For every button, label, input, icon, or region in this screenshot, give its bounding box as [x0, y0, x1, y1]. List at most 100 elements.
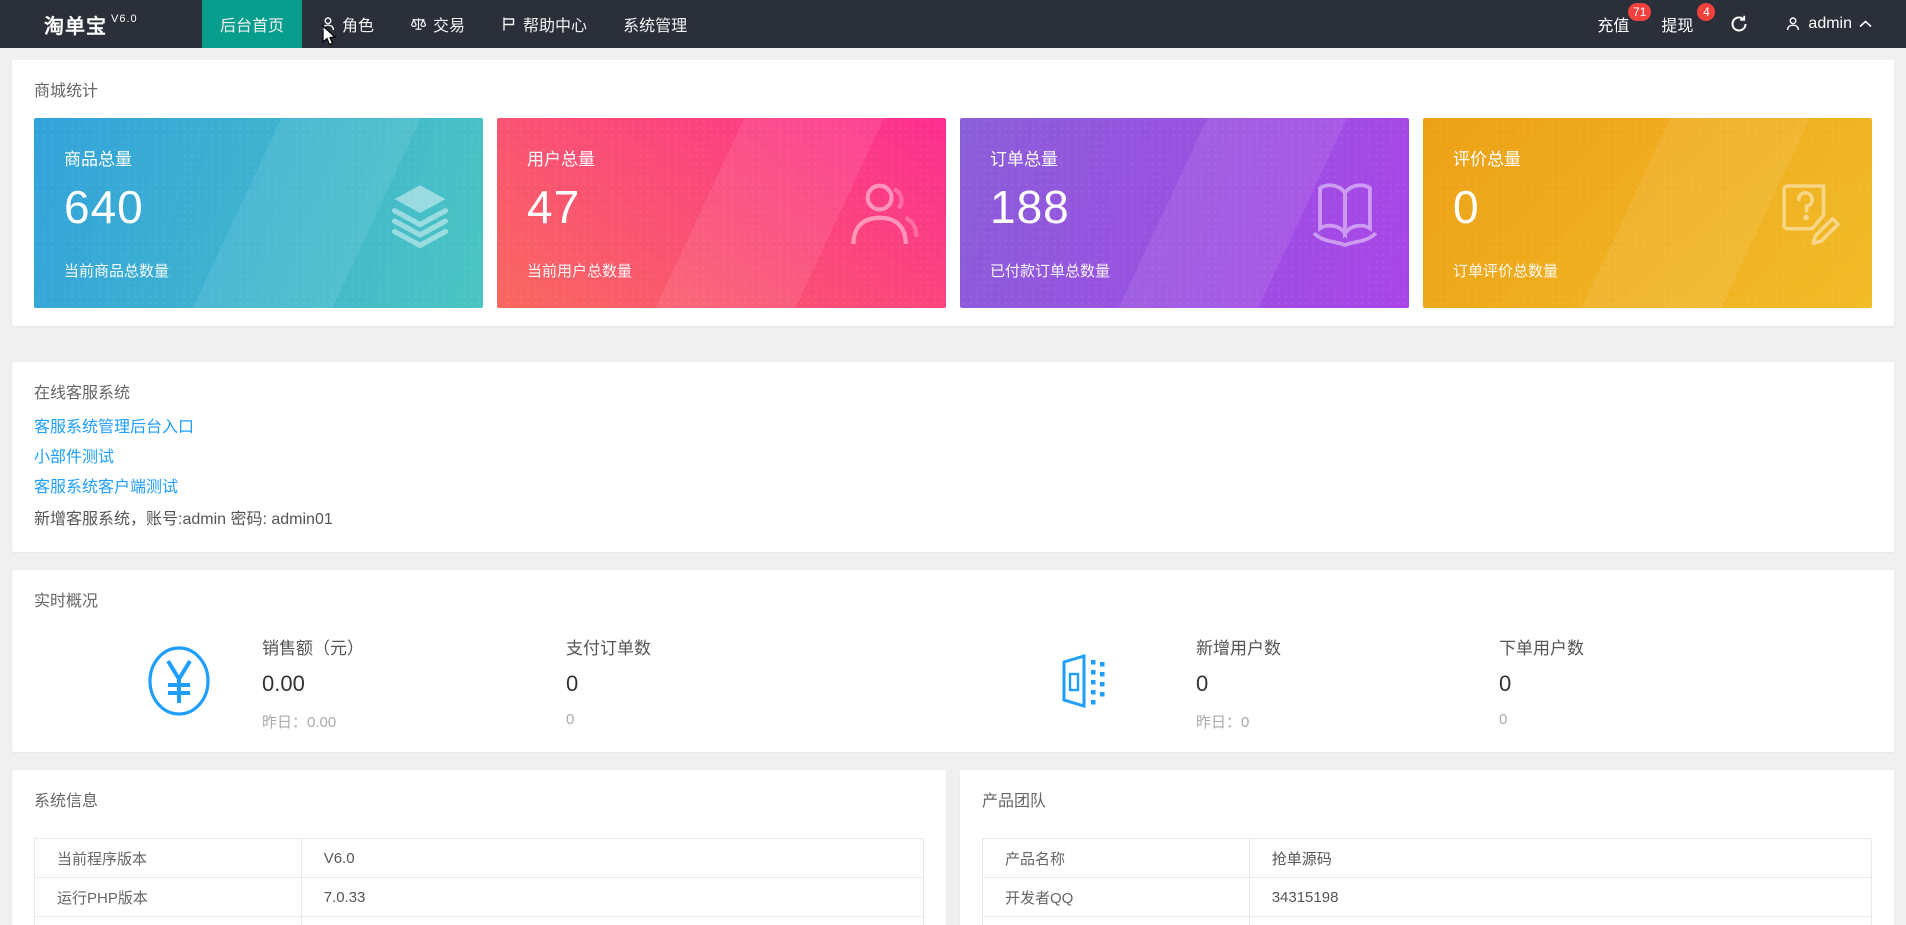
online-service-panel: 在线客服系统 客服系统管理后台入口 小部件测试 客服系统客户端测试 新增客服系统… — [12, 362, 1894, 552]
service-links: 客服系统管理后台入口 小部件测试 客服系统客户端测试 — [34, 416, 1872, 500]
stat-sublabel: 当前用户总数量 — [527, 260, 916, 281]
panel-title: 在线客服系统 — [34, 379, 1872, 403]
nav-item-label: 帮助中心 — [523, 12, 587, 36]
recharge-label: 充值 — [1597, 12, 1629, 36]
table-row: 产品说明 本产品只为学习测试交流,请勿要做商业或者用于违法行为,一切后果自负 — [983, 917, 1872, 925]
realtime-stats-row: 销售额（元） 0.00 昨日：0.00 支付订单数 0 0 — [12, 628, 1894, 734]
row-value: V6.0 — [301, 839, 923, 878]
stat-card-orders: 订单总量 188 已付款订单总数量 — [960, 118, 1409, 308]
new-users-stat: 新增用户数 0 昨日：0 — [1196, 634, 1281, 732]
brand-version: V6.0 — [111, 13, 138, 25]
stat-yesterday: 0 — [1499, 711, 1584, 728]
stat-value: 0 — [1499, 671, 1584, 697]
stat-card-users: 用户总量 47 当前用户总数量 — [497, 118, 946, 308]
stat-sublabel: 订单评价总数量 — [1453, 260, 1842, 281]
stat-yesterday: 0 — [566, 711, 651, 728]
username: admin — [1808, 15, 1852, 33]
sales-stat: 销售额（元） 0.00 昨日：0.00 — [262, 634, 364, 732]
stat-label: 新增用户数 — [1196, 634, 1281, 659]
open-book-icon — [1307, 178, 1383, 248]
row-label: 运行PHP版本 — [35, 878, 302, 917]
table-row: 运行PHP版本 7.0.33 — [35, 878, 924, 917]
row-label: ThinkPHP版本 — [35, 917, 302, 925]
panel-title: 系统信息 — [34, 787, 924, 811]
layers-icon — [383, 176, 457, 250]
nav-item-home[interactable]: 后台首页 — [202, 0, 302, 48]
scales-icon — [410, 16, 427, 32]
stat-yesterday: 昨日：0.00 — [262, 711, 364, 732]
stat-yesterday: 昨日：0 — [1196, 711, 1281, 732]
widget-test-link[interactable]: 小部件测试 — [34, 446, 114, 470]
stat-label: 订单总量 — [990, 145, 1379, 170]
yen-circle-icon — [146, 644, 212, 718]
table-row: 当前程序版本 V6.0 — [35, 839, 924, 878]
ordering-users-stat: 下单用户数 0 0 — [1499, 634, 1584, 728]
row-value: 抢单源码 — [1249, 839, 1871, 878]
table-row: 开发者QQ 34315198 — [983, 878, 1872, 917]
nav-item-roles[interactable]: 角色 — [302, 0, 392, 48]
nav-item-label: 系统管理 — [623, 12, 687, 36]
service-admin-link[interactable]: 客服系统管理后台入口 — [34, 416, 194, 440]
row-value: 5.1.38 LTS — [301, 917, 923, 925]
stat-card-products: 商品总量 640 当前商品总数量 — [34, 118, 483, 308]
client-test-link[interactable]: 客服系统客户端测试 — [34, 476, 178, 500]
user-avatar-icon — [1785, 16, 1801, 32]
row-value: 本产品只为学习测试交流,请勿要做商业或者用于违法行为,一切后果自负 — [1249, 917, 1871, 925]
user-menu[interactable]: admin — [1769, 0, 1878, 48]
stat-value: 0 — [1196, 671, 1281, 697]
panel-title: 产品团队 — [982, 787, 1872, 811]
product-team-table: 产品名称 抢单源码 开发者QQ 34315198 产品说明 本产品只为学习测试交… — [982, 838, 1872, 925]
service-credentials-note: 新增客服系统，账号:admin 密码: admin01 — [34, 508, 1872, 532]
withdraw-label: 提现 — [1661, 12, 1693, 36]
row-label: 产品名称 — [983, 839, 1250, 878]
stat-value: 0 — [566, 671, 651, 697]
stat-card-reviews: 评价总量 0 订单评价总数量 — [1423, 118, 1872, 308]
main-content: 商城统计 商品总量 640 当前商品总数量 用户总量 47 当前 — [0, 48, 1906, 925]
row-label: 开发者QQ — [983, 878, 1250, 917]
nav-item-help[interactable]: 帮助中心 — [483, 0, 605, 48]
stat-label: 下单用户数 — [1499, 634, 1584, 659]
note-question-icon — [1774, 177, 1846, 249]
bottom-panels: 系统信息 当前程序版本 V6.0 运行PHP版本 7.0.33 ThinkPHP… — [12, 770, 1894, 925]
flag-icon — [501, 16, 517, 32]
row-value: 7.0.33 — [301, 878, 923, 917]
stat-label: 评价总量 — [1453, 145, 1842, 170]
navbar-right: 充值 71 提现 4 admin — [1581, 0, 1906, 48]
stat-label: 用户总量 — [527, 145, 916, 170]
mall-stats-panel: 商城统计 商品总量 640 当前商品总数量 用户总量 47 当前 — [12, 60, 1894, 326]
stat-value: 0.00 — [262, 671, 364, 697]
main-menu: 后台首页 角色 交易 — [202, 0, 705, 48]
system-info-panel: 系统信息 当前程序版本 V6.0 运行PHP版本 7.0.33 ThinkPHP… — [12, 770, 946, 925]
building-icon — [1056, 650, 1118, 712]
brand-logo: 淘单宝 V6.0 — [0, 0, 202, 48]
user-icon — [320, 16, 336, 32]
refresh-icon — [1729, 14, 1749, 34]
nav-item-label: 交易 — [433, 12, 465, 36]
panel-title: 实时概况 — [34, 587, 1872, 611]
nav-item-system[interactable]: 系统管理 — [605, 0, 705, 48]
brand-name: 淘单宝 — [44, 10, 107, 39]
row-label: 当前程序版本 — [35, 839, 302, 878]
withdraw-button[interactable]: 提现 4 — [1645, 0, 1709, 48]
row-value: 34315198 — [1249, 878, 1871, 917]
panel-title: 商城统计 — [34, 77, 1872, 101]
stat-label: 支付订单数 — [566, 634, 651, 659]
refresh-button[interactable] — [1709, 0, 1769, 48]
realtime-panel: 实时概况 销售额（元） 0.00 昨日：0.00 支付订单数 0 0 — [12, 570, 1894, 752]
stat-label: 商品总量 — [64, 145, 453, 170]
product-team-panel: 产品团队 产品名称 抢单源码 开发者QQ 34315198 产品说明 本产品只为… — [960, 770, 1894, 925]
system-info-table: 当前程序版本 V6.0 运行PHP版本 7.0.33 ThinkPHP版本 5.… — [34, 838, 924, 925]
chevron-up-icon — [1859, 20, 1872, 28]
person-icon — [844, 175, 920, 251]
stat-cards: 商品总量 640 当前商品总数量 用户总量 47 当前用户总数量 — [34, 118, 1872, 308]
nav-item-label: 后台首页 — [220, 12, 284, 36]
table-row: 产品名称 抢单源码 — [983, 839, 1872, 878]
recharge-button[interactable]: 充值 71 — [1581, 0, 1645, 48]
table-row: ThinkPHP版本 5.1.38 LTS — [35, 917, 924, 925]
nav-item-trade[interactable]: 交易 — [392, 0, 483, 48]
nav-item-label: 角色 — [342, 12, 374, 36]
top-navbar: 淘单宝 V6.0 后台首页 角色 交易 — [0, 0, 1906, 48]
stat-sublabel: 已付款订单总数量 — [990, 260, 1379, 281]
stat-sublabel: 当前商品总数量 — [64, 260, 453, 281]
paid-orders-stat: 支付订单数 0 0 — [566, 634, 651, 728]
